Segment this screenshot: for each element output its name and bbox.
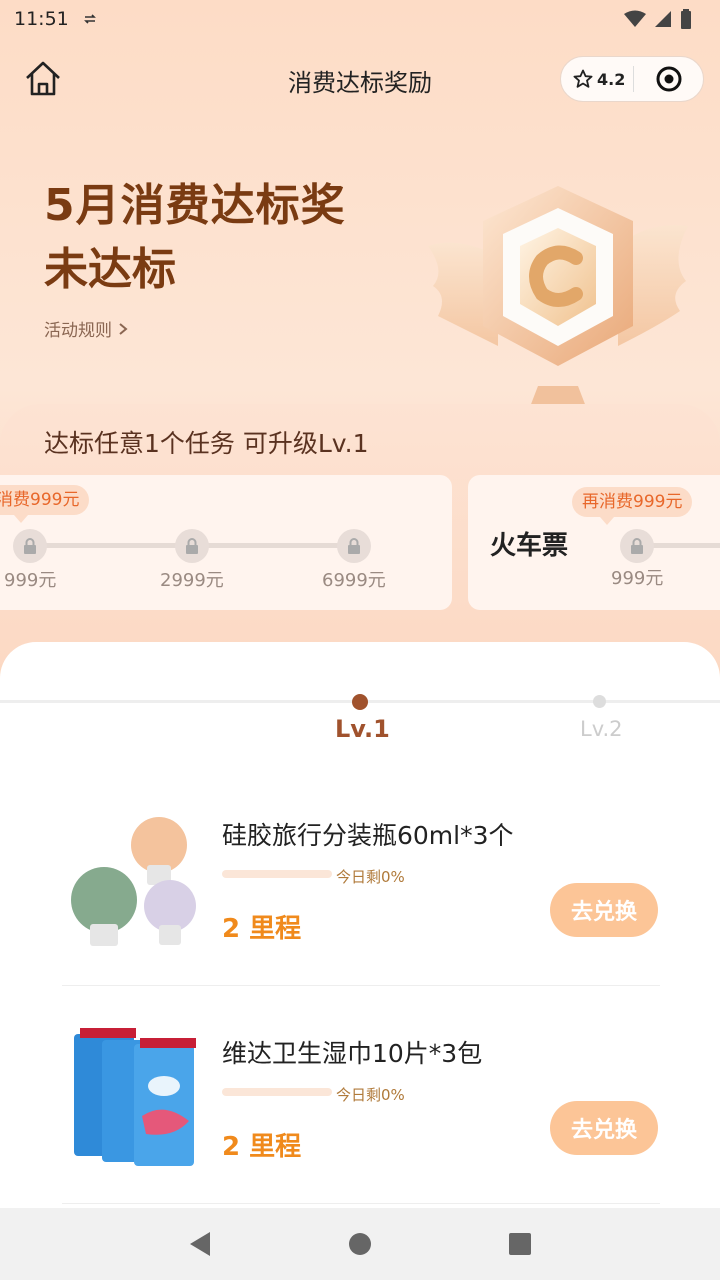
milestone-label: 999元	[4, 570, 57, 591]
rules-link-label: 活动规则	[44, 321, 112, 341]
reward-price: 2 里程	[222, 1132, 302, 1162]
hero-title: 5月消费达标奖	[44, 180, 346, 231]
task-heading: 达标任意1个任务 可升级Lv.1	[44, 429, 369, 458]
close-miniapp-button[interactable]	[634, 65, 703, 93]
redeem-button[interactable]: 去兑换	[550, 1101, 658, 1155]
home-button[interactable]	[22, 58, 64, 100]
divider	[62, 985, 660, 986]
lock-icon	[348, 538, 360, 554]
milestone-label: 6999元	[322, 570, 386, 591]
reward-name: 硅胶旅行分装瓶60ml*3个	[222, 821, 514, 850]
page-title: 消费达标奖励	[288, 68, 432, 97]
reward-item: 硅胶旅行分装瓶60ml*3个 今日剩0% 2 里程 去兑换	[0, 790, 720, 1008]
stock-progress-bar	[222, 870, 332, 878]
system-navigation-bar	[0, 1208, 720, 1280]
back-icon[interactable]	[188, 1231, 212, 1257]
reward-image-travel-bottles	[71, 817, 196, 946]
milestone-lock	[175, 529, 209, 563]
task-name: 火车票	[490, 531, 569, 561]
home-circle-icon[interactable]	[348, 1232, 372, 1256]
progress-tip: 消费999元	[0, 485, 90, 523]
milestone-label: 999元	[611, 568, 664, 589]
activity-rules-link[interactable]: 活动规则	[44, 316, 128, 341]
miniapp-capsule: 4.2	[560, 56, 704, 102]
chevron-right-icon	[119, 322, 128, 335]
header: 消费达标奖励 4.2	[0, 44, 720, 116]
rating-value: 4.2	[597, 69, 626, 89]
status-bar: 11:51	[0, 0, 720, 38]
milestone-lock	[13, 529, 47, 563]
task-card-train-ticket[interactable]: 火车票 再消费999元 999元	[468, 475, 720, 610]
redeem-button[interactable]: 去兑换	[550, 883, 658, 937]
reward-name: 维达卫生湿巾10片*3包	[222, 1039, 483, 1068]
sync-icon	[83, 14, 96, 24]
reward-price: 2 里程	[222, 914, 302, 944]
lock-icon	[186, 538, 198, 554]
stock-remaining: 今日剩0%	[336, 1086, 405, 1104]
lock-icon	[24, 538, 36, 554]
task-card-spending[interactable]: 消费999元 999元 2999元 6999元	[0, 475, 452, 610]
target-icon	[656, 66, 681, 92]
stock-progress-bar	[222, 1088, 332, 1096]
milestone-lock	[337, 529, 371, 563]
reward-item: 维达卫生湿巾10片*3包 今日剩0% 2 里程 去兑换	[0, 1008, 720, 1226]
level-tab-lv2[interactable]: Lv.2	[580, 717, 623, 741]
lock-icon	[631, 538, 643, 554]
level-dot	[593, 695, 606, 708]
battery-icon	[681, 9, 691, 29]
rating-button[interactable]: 4.2	[561, 69, 633, 89]
reward-image-wet-wipes	[74, 1028, 196, 1166]
level-tab-lv1[interactable]: Lv.1	[335, 715, 390, 743]
recents-icon[interactable]	[508, 1232, 532, 1256]
status-time: 11:51	[14, 8, 69, 30]
progress-tip: 再消费999元	[572, 487, 693, 525]
divider	[62, 1203, 660, 1204]
stock-remaining: 今日剩0%	[336, 868, 405, 886]
home-icon	[26, 61, 60, 96]
milestone-label: 2999元	[160, 570, 224, 591]
hero-status: 未达标	[44, 244, 176, 295]
star-icon	[573, 69, 593, 88]
signal-icon	[655, 11, 671, 27]
level-badge-illustration	[428, 186, 688, 412]
level-dot-active	[352, 694, 368, 710]
milestone-lock	[620, 529, 654, 563]
wifi-icon	[624, 10, 646, 27]
